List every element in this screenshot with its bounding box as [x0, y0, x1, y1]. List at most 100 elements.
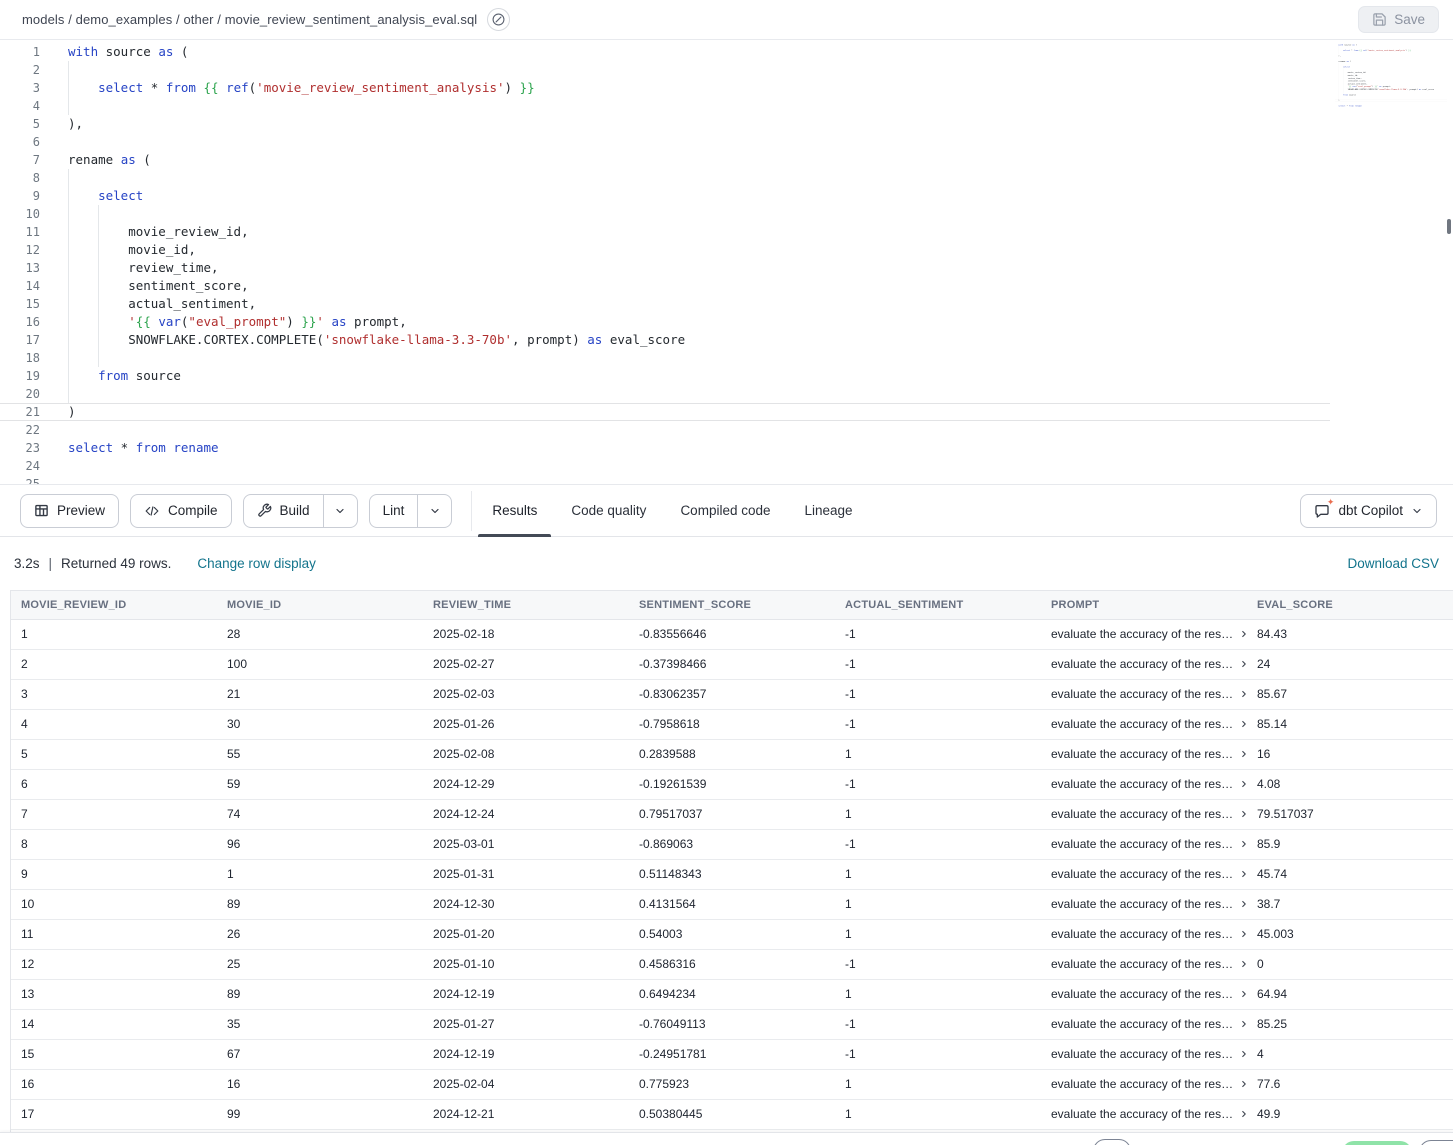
build-options-button[interactable] — [323, 495, 357, 527]
code-line-11[interactable]: 11movie_review_id, — [1335, 71, 1447, 74]
code-line-23[interactable]: 23select * from rename — [0, 439, 1330, 457]
prompt-expand-icon[interactable] — [1239, 898, 1247, 912]
cell: 16 — [11, 1069, 217, 1099]
cell: 0.775923 — [629, 1069, 835, 1099]
code-line-3[interactable]: 3select * from {{ ref('movie_review_sent… — [1335, 49, 1447, 52]
code-line-7[interactable]: 7rename as ( — [0, 151, 1330, 169]
minimap[interactable]: 1with source as (23select * from {{ ref(… — [1335, 43, 1447, 125]
prompt-expand-icon[interactable] — [1239, 778, 1247, 792]
code-line-16[interactable]: 16'{{ var("eval_prompt") }}' as prompt, — [0, 313, 1330, 331]
tab-results[interactable]: Results — [478, 485, 551, 536]
code-line-14[interactable]: 14sentiment_score, — [0, 277, 1330, 295]
code-line-10[interactable]: 10 — [0, 205, 1330, 223]
code-line-17[interactable]: 17SNOWFLAKE.CORTEX.COMPLETE('snowflake-l… — [0, 331, 1330, 349]
lint-options-button[interactable] — [417, 495, 451, 527]
code-editor[interactable]: 1with source as (23select * from {{ ref(… — [0, 41, 1453, 484]
prompt-expand-icon[interactable] — [1239, 1108, 1247, 1122]
prompt-cell-text: evaluate the accuracy of the res… — [1051, 897, 1233, 911]
table-row: 5552025-02-080.28395881evaluate the accu… — [11, 739, 1453, 769]
code-line-15[interactable]: 15actual_sentiment, — [1335, 82, 1447, 85]
prompt-expand-icon[interactable] — [1239, 988, 1247, 1002]
code-line-8[interactable]: 8 — [0, 169, 1330, 187]
breadcrumb[interactable]: models / demo_examples / other / movie_r… — [22, 12, 477, 27]
build-button[interactable]: Build — [244, 495, 323, 527]
code-line-15[interactable]: 15actual_sentiment, — [0, 295, 1330, 313]
code-line-10[interactable]: 10 — [1335, 68, 1447, 71]
save-button[interactable]: Save — [1358, 6, 1439, 33]
table-row: 16162025-02-040.7759231evaluate the accu… — [11, 1069, 1453, 1099]
code-line-5[interactable]: 5), — [0, 115, 1330, 133]
tab-lineage[interactable]: Lineage — [791, 485, 867, 536]
code-line-2[interactable]: 2 — [0, 61, 1330, 79]
code-line-24[interactable]: 24 — [0, 457, 1330, 475]
prompt-expand-icon[interactable] — [1239, 868, 1247, 882]
code-line-23[interactable]: 23select * from rename — [1335, 105, 1447, 108]
code-line-22[interactable]: 22 — [0, 421, 1330, 439]
prompt-expand-icon[interactable] — [1239, 1018, 1247, 1032]
code-line-8[interactable]: 8 — [1335, 63, 1447, 66]
code-line-13[interactable]: 13review_time, — [1335, 77, 1447, 80]
code-line-14[interactable]: 14sentiment_score, — [1335, 80, 1447, 83]
prompt-expand-icon[interactable] — [1239, 658, 1247, 672]
prompt-expand-icon[interactable] — [1239, 628, 1247, 642]
edit-file-icon[interactable] — [487, 8, 510, 31]
prompt-expand-icon[interactable] — [1239, 688, 1247, 702]
code-line-1[interactable]: 1with source as ( — [0, 43, 1330, 61]
code-line-5[interactable]: 5), — [1335, 54, 1447, 57]
code-line-19[interactable]: 19from source — [1335, 94, 1447, 97]
code-line-24[interactable]: 24 — [1335, 107, 1447, 110]
prompt-expand-icon[interactable] — [1239, 718, 1247, 732]
compile-button[interactable]: Compile — [130, 494, 232, 528]
code-line-4[interactable]: 4 — [0, 97, 1330, 115]
code-line-25[interactable]: 25 — [1335, 110, 1447, 113]
code-line-20[interactable]: 20 — [0, 385, 1330, 403]
tab-code-quality[interactable]: Code quality — [557, 485, 660, 536]
lint-button[interactable]: Lint — [370, 495, 418, 527]
code-line-9[interactable]: 9select — [0, 187, 1330, 205]
footer-button[interactable] — [1093, 1139, 1131, 1145]
dbt-copilot-button[interactable]: ✦ dbt Copilot — [1300, 494, 1437, 528]
prompt-expand-icon[interactable] — [1239, 808, 1247, 822]
line-number: 14 — [0, 277, 46, 295]
prompt-expand-icon[interactable] — [1239, 748, 1247, 762]
code-line-17[interactable]: 17SNOWFLAKE.CORTEX.COMPLETE('snowflake-l… — [1335, 88, 1447, 91]
prompt-expand-icon[interactable] — [1239, 958, 1247, 972]
editor-scrollbar[interactable] — [1447, 219, 1451, 234]
download-csv-link[interactable]: Download CSV — [1347, 556, 1439, 571]
code-line-6[interactable]: 6 — [1335, 57, 1447, 60]
code-line-11[interactable]: 11movie_review_id, — [0, 223, 1330, 241]
change-row-display-link[interactable]: Change row display — [197, 556, 316, 571]
prompt-expand-icon[interactable] — [1239, 1048, 1247, 1062]
code-line-25[interactable]: 25 — [0, 475, 1330, 484]
code-line-9[interactable]: 9select — [1335, 66, 1447, 69]
footer-button[interactable] — [1419, 1140, 1453, 1145]
footer-status-pill[interactable] — [1342, 1141, 1412, 1145]
preview-button[interactable]: Preview — [20, 494, 119, 528]
code-line-21[interactable]: 21) — [1335, 99, 1447, 102]
code-line-16[interactable]: 16'{{ var("eval_prompt") }}' as prompt, — [1335, 85, 1447, 88]
code-line-12[interactable]: 12movie_id, — [0, 241, 1330, 259]
prompt-expand-icon[interactable] — [1239, 928, 1247, 942]
code-line-12[interactable]: 12movie_id, — [1335, 74, 1447, 77]
code-line-1[interactable]: 1with source as ( — [1335, 43, 1447, 46]
code-lines[interactable]: 1with source as (23select * from {{ ref(… — [1335, 43, 1447, 113]
code-line-18[interactable]: 18 — [0, 349, 1330, 367]
prompt-expand-icon[interactable] — [1239, 1078, 1247, 1092]
cell: 64.94 — [1247, 979, 1453, 1009]
code-line-13[interactable]: 13review_time, — [0, 259, 1330, 277]
tab-compiled-code[interactable]: Compiled code — [666, 485, 784, 536]
code-line-18[interactable]: 18 — [1335, 91, 1447, 94]
code-line-6[interactable]: 6 — [0, 133, 1330, 151]
code-line-22[interactable]: 22 — [1335, 102, 1447, 105]
code-line-2[interactable]: 2 — [1335, 46, 1447, 49]
code-line-4[interactable]: 4 — [1335, 52, 1447, 55]
cell: 2024-12-24 — [423, 799, 629, 829]
code-lines[interactable]: 1with source as (23select * from {{ ref(… — [0, 41, 1330, 484]
cell: 0.50380445 — [629, 1099, 835, 1129]
code-line-19[interactable]: 19from source — [0, 367, 1330, 385]
code-line-7[interactable]: 7rename as ( — [1335, 60, 1447, 63]
code-line-3[interactable]: 3select * from {{ ref('movie_review_sent… — [0, 79, 1330, 97]
code-line-20[interactable]: 20 — [1335, 96, 1447, 99]
code-line-21[interactable]: 21) — [0, 403, 1330, 421]
prompt-expand-icon[interactable] — [1239, 838, 1247, 852]
